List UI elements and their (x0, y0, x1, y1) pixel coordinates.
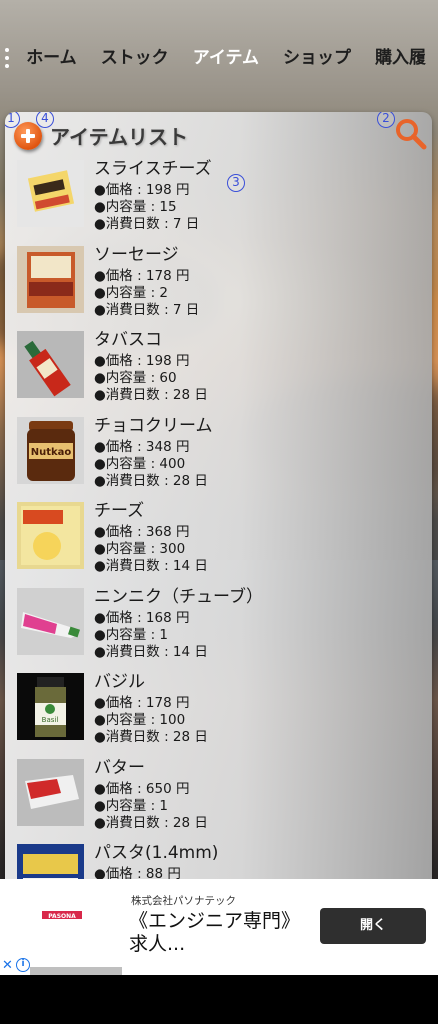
item-days: ●消費日数 : 28 日 (94, 472, 208, 489)
tab-items[interactable]: アイテム (181, 36, 271, 80)
item-name: チーズ (94, 501, 145, 521)
item-content: ●内容量 : 60 (94, 370, 177, 386)
item-price: ●価格 : 168 円 (94, 609, 190, 626)
item-name: バター (94, 757, 145, 778)
item-thumbnail (17, 758, 84, 826)
item-price: ●価格 : 198 円 (94, 182, 190, 198)
item-thumbnail: Nutkao (17, 416, 84, 484)
list-item[interactable]: チーズ ●価格 : 368 円 ●内容量 : 300 ●消費日数 : 14 日 (5, 500, 432, 586)
list-item[interactable]: スライスチーズ ●価格 : 198 円 ●内容量 : 15 ●消費日数 : 7 … (5, 158, 432, 244)
more-vert-icon[interactable] (0, 36, 14, 80)
item-days: ●消費日数 : 28 日 (94, 729, 208, 745)
svg-text:Nutkao: Nutkao (31, 447, 72, 458)
navigation-bar-area (0, 975, 438, 1024)
ad-banner[interactable]: PASONA 株式会社パソナテック 《エンジニア専門》求人... 開く ✕ i (0, 879, 438, 975)
item-days: ●消費日数 : 7 日 (94, 301, 200, 318)
item-list: スライスチーズ ●価格 : 198 円 ●内容量 : 15 ●消費日数 : 7 … (5, 158, 432, 902)
item-content: ●内容量 : 1 (94, 797, 168, 814)
search-button[interactable] (393, 116, 429, 152)
item-name: チョコクリーム (94, 415, 213, 436)
item-days: ●消費日数 : 14 日 (94, 643, 208, 660)
ad-company-name: 株式会社パソナテック (131, 895, 236, 907)
item-name: ニンニク（チューブ） (94, 586, 263, 607)
item-price: ●価格 : 348 円 (94, 438, 190, 455)
close-icon[interactable]: ✕ (2, 959, 13, 973)
item-thumbnail (17, 502, 84, 569)
tab-home[interactable]: ホーム (14, 36, 89, 80)
tab-shop[interactable]: ショップ (271, 36, 363, 80)
item-thumbnail (17, 587, 84, 655)
panel-title: アイテムリスト (50, 125, 188, 149)
item-thumbnail (17, 245, 84, 313)
list-item[interactable]: タバスコ ●価格 : 198 円 ●内容量 : 60 ●消費日数 : 28 日 (5, 329, 432, 415)
list-item[interactable]: ソーセージ ●価格 : 178 円 ●内容量 : 2 ●消費日数 : 7 日 (5, 244, 432, 330)
item-days: ●消費日数 : 28 日 (94, 387, 208, 403)
list-item[interactable]: バター ●価格 : 650 円 ●内容量 : 1 ●消費日数 : 28 日 (5, 757, 432, 843)
item-days: ●消費日数 : 28 日 (94, 814, 208, 831)
add-item-button[interactable] (14, 122, 42, 150)
item-content: ●内容量 : 1 (94, 626, 168, 643)
list-item[interactable]: Basil バジル ●価格 : 178 円 ●内容量 : 100 ●消費日数 :… (5, 671, 432, 757)
item-price: ●価格 : 178 円 (94, 695, 190, 711)
search-icon (396, 119, 427, 150)
item-content: ●内容量 : 100 (94, 712, 186, 728)
item-thumbnail (17, 160, 84, 227)
item-list-panel: アイテムリスト スライスチーズ ●価格 : 198 円 ●内容量 : 15 ●消… (5, 112, 432, 902)
item-days: ●消費日数 : 7 日 (94, 216, 200, 232)
list-item[interactable]: Nutkao チョコクリーム ●価格 : 348 円 ●内容量 : 400 ●消… (5, 415, 432, 501)
item-name: タバスコ (94, 330, 162, 350)
item-thumbnail: Basil (17, 673, 84, 740)
item-content: ●内容量 : 300 (94, 541, 186, 557)
tab-stock[interactable]: ストック (89, 36, 181, 80)
item-name: スライスチーズ (94, 159, 212, 179)
item-name: バジル (94, 672, 145, 692)
advertiser-logo: PASONA (34, 895, 90, 935)
item-price: ●価格 : 198 円 (94, 353, 190, 369)
list-item[interactable]: ニンニク（チューブ） ●価格 : 168 円 ●内容量 : 1 ●消費日数 : … (5, 586, 432, 672)
svg-text:PASONA: PASONA (48, 913, 76, 920)
ad-footer-strip (30, 967, 122, 975)
item-content: ●内容量 : 2 (94, 284, 168, 301)
item-price: ●価格 : 178 円 (94, 267, 190, 284)
item-content: ●内容量 : 15 (94, 199, 177, 215)
tab-purchase-history[interactable]: 購入履 (363, 36, 438, 80)
annotation-badge: 3 (227, 174, 245, 192)
item-name: パスタ(1.4mm) (94, 843, 219, 863)
item-price: ●価格 : 650 円 (94, 780, 190, 797)
item-price: ●価格 : 368 円 (94, 524, 190, 540)
item-thumbnail (17, 331, 84, 398)
item-name: ソーセージ (94, 244, 179, 265)
ad-headline: 《エンジニア専門》求人... (129, 910, 301, 955)
item-content: ●内容量 : 400 (94, 455, 186, 472)
svg-text:Basil: Basil (42, 716, 59, 724)
info-icon[interactable]: i (16, 958, 30, 972)
panel-header: アイテムリスト (5, 112, 432, 158)
item-days: ●消費日数 : 14 日 (94, 558, 208, 574)
top-navigation: ホーム ストック アイテム ショップ 購入履 (0, 36, 438, 80)
ad-open-button[interactable]: 開く (320, 908, 426, 944)
